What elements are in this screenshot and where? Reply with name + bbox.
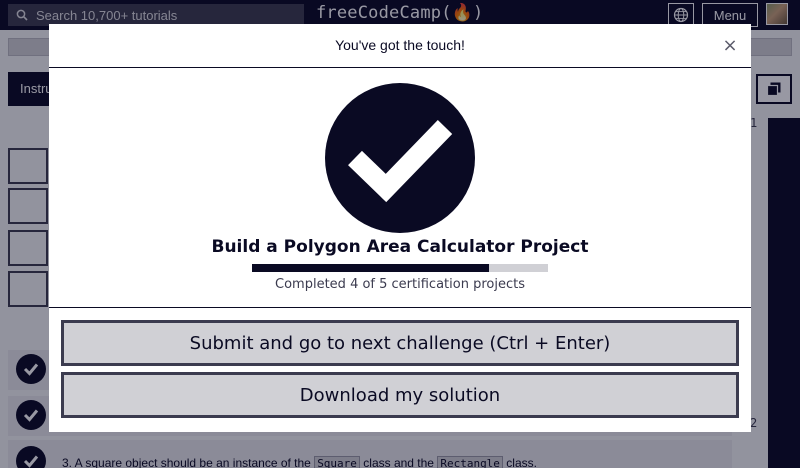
- modal-title: You've got the touch!: [335, 37, 465, 53]
- progress-text: Completed 4 of 5 certification projects: [275, 277, 525, 292]
- close-icon[interactable]: ×: [719, 35, 741, 57]
- modal-header: You've got the touch! ×: [49, 24, 751, 68]
- progress-bar: [252, 264, 548, 272]
- submit-next-button[interactable]: Submit and go to next challenge (Ctrl + …: [61, 320, 739, 366]
- divider: [49, 307, 751, 308]
- progress-bar-fill: [252, 264, 489, 272]
- completion-modal: You've got the touch! × Build a Polygon …: [49, 24, 751, 432]
- checkmark-badge-icon: [325, 83, 475, 233]
- project-title: Build a Polygon Area Calculator Project: [211, 237, 589, 257]
- download-solution-button[interactable]: Download my solution: [61, 372, 739, 418]
